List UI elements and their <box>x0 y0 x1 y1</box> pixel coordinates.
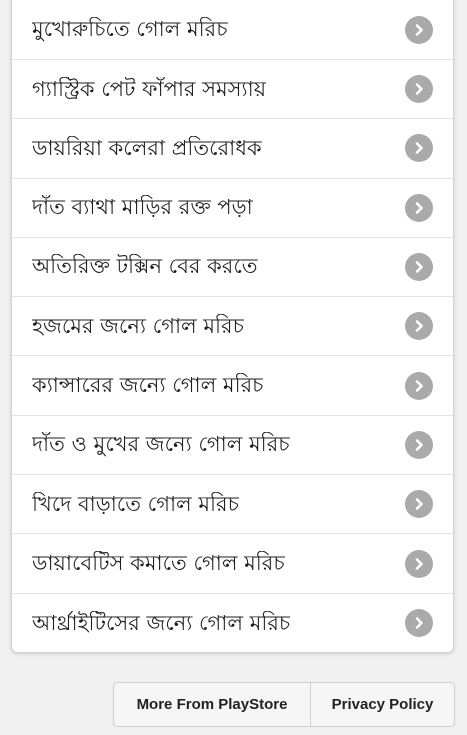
list-item[interactable]: ডায়রিয়া কলেরা প্রতিরোধক <box>12 119 453 179</box>
chevron-right-icon <box>405 549 433 578</box>
chevron-right-icon <box>405 609 433 638</box>
list-item[interactable]: দাঁত ব্যাথা মাড়ির রক্ত পড়া <box>12 179 453 238</box>
footer-button-group: More From PlayStore Privacy Policy <box>113 682 455 727</box>
list-item-label: হজমের জন্যে গোল মরিচ <box>32 313 244 338</box>
list-item-label: দাঁত ব্যাথা মাড়ির রক্ত পড়া <box>32 195 253 220</box>
chevron-right-icon <box>405 16 433 44</box>
list-item-label: ডায়রিয়া কলেরা প্রতিরোধক <box>32 135 262 160</box>
list-item-label: আর্থ্রাইটিসের জন্যে গোল মরিচ <box>32 610 291 635</box>
list-item-label: অতিরিক্ত টক্সিন বের করতে <box>32 254 258 279</box>
list-item[interactable]: হজমের জন্যে গোল মরিচ <box>12 297 453 357</box>
list-item[interactable]: খিদে বাড়াতে গোল মরিচ <box>12 475 453 535</box>
list-item[interactable]: দাঁত ও মুখের জন্যে গোল মরিচ <box>12 416 453 476</box>
chevron-right-icon <box>405 193 433 222</box>
chevron-right-icon <box>405 430 433 459</box>
list-item[interactable]: ডায়াবেটিস কমাতে গোল মরিচ <box>12 534 453 594</box>
list-item-label: দাঁত ও মুখের জন্যে গোল মরিচ <box>32 432 290 457</box>
chevron-right-icon <box>405 312 433 341</box>
list-item-label: মুখোরুচিতে গোল মরিচ <box>32 17 228 42</box>
privacy-policy-button[interactable]: Privacy Policy <box>311 683 454 726</box>
list-item-label: খিদে বাড়াতে গোল মরিচ <box>32 491 239 516</box>
list-item[interactable]: মুখোরুচিতে গোল মরিচ <box>12 0 453 60</box>
list-item[interactable]: ক্যান্সারের জন্যে গোল মরিচ <box>12 356 453 416</box>
list-item-label: ক্যান্সারের জন্যে গোল মরিচ <box>32 373 264 398</box>
list-item[interactable]: আর্থ্রাইটিসের জন্যে গোল মরিচ <box>12 594 453 652</box>
list-item[interactable]: গ্যাস্ট্রিক পেট ফাঁপার সমস্যায় <box>12 60 453 120</box>
chevron-right-icon <box>405 134 433 163</box>
chevron-right-icon <box>405 75 433 104</box>
menu-list: মুখোরুচিতে গোল মরিচ গ্যাস্ট্রিক পেট ফাঁপ… <box>11 0 454 653</box>
list-item-label: ডায়াবেটিস কমাতে গোল মরিচ <box>32 550 285 575</box>
chevron-right-icon <box>405 371 433 400</box>
chevron-right-icon <box>405 490 433 519</box>
more-from-playstore-button[interactable]: More From PlayStore <box>114 683 311 726</box>
chevron-right-icon <box>405 253 433 282</box>
list-item-label: গ্যাস্ট্রিক পেট ফাঁপার সমস্যায় <box>32 76 267 101</box>
list-item[interactable]: অতিরিক্ত টক্সিন বের করতে <box>12 238 453 298</box>
